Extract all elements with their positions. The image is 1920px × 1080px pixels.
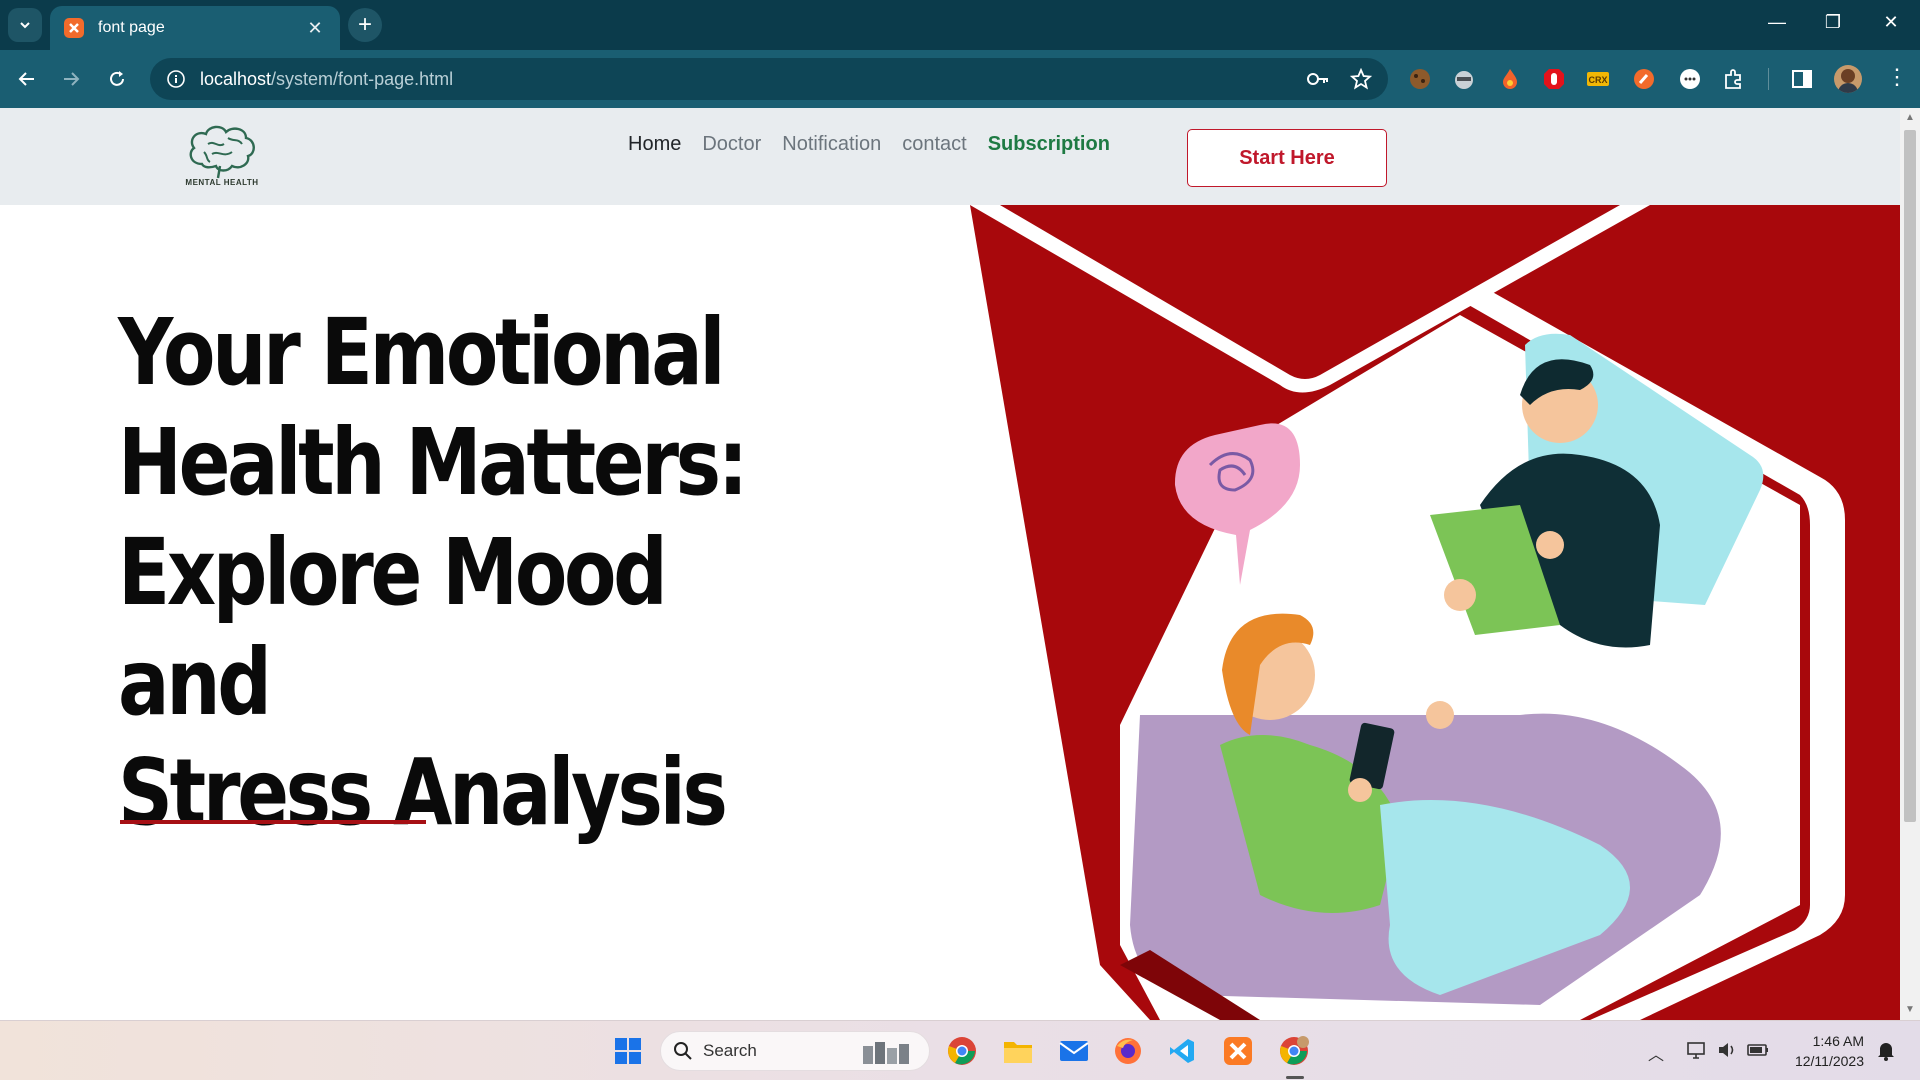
- nav-doctor[interactable]: Doctor: [702, 133, 761, 156]
- search-highlight-icon: [863, 1042, 909, 1064]
- forward-icon[interactable]: [56, 64, 86, 94]
- url-host: localhost: [200, 68, 272, 89]
- nav-home[interactable]: Home: [628, 133, 681, 156]
- browser-tab-strip: font page ✕ + — ❐ ✕: [0, 0, 1920, 50]
- windows-start-icon[interactable]: [612, 1035, 644, 1067]
- tab-search-button[interactable]: [8, 8, 42, 42]
- scroll-thumb[interactable]: [1904, 130, 1916, 822]
- vscode-icon[interactable]: [1166, 1035, 1198, 1067]
- hero-line-2: Health Matters:: [118, 409, 748, 516]
- crx-extension-icon[interactable]: CRX: [1586, 67, 1610, 91]
- mail-icon[interactable]: [1058, 1035, 1090, 1067]
- xampp-icon[interactable]: [1222, 1035, 1254, 1067]
- clock-time: 1:46 AM: [1812, 1033, 1864, 1049]
- hand-extension-icon[interactable]: [1632, 67, 1656, 91]
- mental-health-logo[interactable]: MENTAL HEALTH: [182, 122, 262, 192]
- nav-subscription[interactable]: Subscription: [988, 133, 1110, 156]
- file-explorer-icon[interactable]: [1002, 1035, 1034, 1067]
- fire-extension-icon[interactable]: [1498, 67, 1522, 91]
- hero-underline: [120, 820, 426, 824]
- taskbar-search[interactable]: Search: [660, 1031, 930, 1071]
- chrome-icon[interactable]: [946, 1035, 978, 1067]
- chrome-profile-icon[interactable]: [1278, 1035, 1310, 1067]
- extensions-puzzle-icon[interactable]: [1722, 67, 1746, 91]
- nav-contact[interactable]: contact: [902, 133, 966, 156]
- volume-icon[interactable]: [1716, 1039, 1738, 1061]
- logo-text: MENTAL HEALTH: [185, 178, 259, 187]
- new-tab-button[interactable]: +: [348, 8, 382, 42]
- windows-taskbar: Search ︿ 1:46 AM 12/11/2023: [0, 1020, 1920, 1080]
- cookie-extension-icon[interactable]: [1408, 67, 1432, 91]
- svg-text:CRX: CRX: [1588, 75, 1607, 85]
- tray-overflow-icon[interactable]: ︿: [1648, 1041, 1664, 1065]
- therapy-illustration: [970, 205, 1900, 1020]
- web-page: MENTAL HEALTH Home Doctor Notification c…: [0, 108, 1900, 1020]
- main-menu: Home Doctor Notification contact Subscri…: [628, 133, 1110, 156]
- browser-menu-icon[interactable]: ⋮: [1886, 64, 1908, 90]
- url-path: /system/font-page.html: [271, 68, 454, 89]
- scroll-down-icon[interactable]: ▼: [1905, 1004, 1915, 1015]
- restore-icon[interactable]: ❐: [1818, 12, 1848, 33]
- chevron-down-icon: [20, 22, 30, 29]
- back-icon[interactable]: [12, 64, 42, 94]
- raccoon-extension-icon[interactable]: [1452, 67, 1476, 91]
- notification-bell-icon[interactable]: [1876, 1039, 1896, 1061]
- address-bar[interactable]: localhost/system/font-page.html: [150, 58, 1388, 100]
- tab-close-icon[interactable]: ✕: [304, 18, 326, 39]
- hero-title: Your Emotional Health Matters: Explore M…: [118, 298, 782, 848]
- clock-date: 12/11/2023: [1794, 1053, 1864, 1069]
- active-app-indicator: [1286, 1076, 1304, 1079]
- active-tab[interactable]: font page ✕: [50, 6, 340, 50]
- page-scrollbar[interactable]: ▲ ▼: [1900, 108, 1920, 1020]
- site-info-icon[interactable]: [166, 69, 186, 89]
- hero-line-3: Explore Mood and: [118, 519, 668, 736]
- side-panel-icon[interactable]: [1790, 67, 1814, 91]
- tab-title: font page: [98, 19, 165, 36]
- profile-avatar[interactable]: [1834, 65, 1862, 93]
- dots-extension-icon[interactable]: [1678, 67, 1702, 91]
- browser-toolbar: localhost/system/font-page.html CRX ⋮: [0, 50, 1920, 108]
- firefox-icon[interactable]: [1112, 1035, 1144, 1067]
- reload-icon[interactable]: [102, 64, 132, 94]
- network-icon[interactable]: [1686, 1039, 1708, 1061]
- site-navbar: MENTAL HEALTH Home Doctor Notification c…: [0, 108, 1900, 205]
- search-icon: [674, 1042, 692, 1060]
- nav-notification[interactable]: Notification: [782, 133, 881, 156]
- start-here-button[interactable]: Start Here: [1187, 129, 1387, 187]
- system-clock[interactable]: 1:46 AM 12/11/2023: [1784, 1031, 1864, 1071]
- close-window-icon[interactable]: ✕: [1876, 12, 1906, 33]
- toolbar-divider: [1768, 68, 1769, 90]
- search-placeholder: Search: [703, 1041, 757, 1060]
- bookmark-star-icon[interactable]: [1350, 68, 1372, 90]
- battery-icon[interactable]: [1746, 1039, 1770, 1061]
- scroll-up-icon[interactable]: ▲: [1905, 112, 1915, 123]
- hero-line-1: Your Emotional: [118, 299, 726, 406]
- brain-icon: [189, 125, 255, 179]
- minimize-icon[interactable]: —: [1762, 12, 1792, 33]
- password-key-icon[interactable]: [1306, 68, 1330, 90]
- xampp-favicon-icon: [64, 18, 84, 38]
- adblock-extension-icon[interactable]: [1542, 67, 1566, 91]
- hero-line-4: Stress Analysis: [118, 739, 728, 846]
